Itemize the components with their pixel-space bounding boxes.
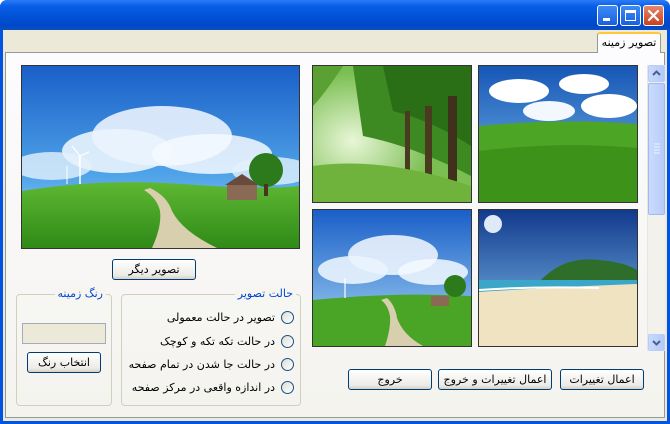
arrow-down-icon (652, 340, 661, 346)
mode-option-label: در حالت تکه تکه و کوچک (160, 334, 275, 348)
close-icon (647, 9, 660, 22)
radio-button[interactable] (281, 310, 294, 324)
image-mode-group: حالت تصویر تصویر در حالت معمولی در حالت … (121, 287, 301, 406)
tab-page: تصویر دیگر رنگ زمینه انتخاب رنگ حالت تصو… (5, 52, 665, 418)
radio-button[interactable] (281, 357, 294, 371)
tab-strip: تصویر زمینه (3, 30, 667, 53)
bg-color-group: رنگ زمینه انتخاب رنگ (16, 287, 112, 406)
arrow-up-icon (652, 70, 661, 76)
mode-option-label: در حالت جا شدن در تمام صفحه (128, 357, 275, 371)
title-bar[interactable] (0, 0, 670, 30)
thumbnail-tree-path[interactable] (312, 65, 472, 203)
wallpaper-preview (21, 65, 300, 249)
maximize-icon (625, 10, 636, 21)
mode-option-stretch[interactable]: در حالت جا شدن در تمام صفحه (129, 356, 294, 372)
scroll-down-button[interactable] (648, 334, 665, 351)
minimize-button[interactable] (597, 5, 618, 26)
exit-button[interactable]: خروج (348, 369, 432, 390)
bg-color-swatch (22, 323, 106, 344)
image-mode-group-title: حالت تصویر (234, 287, 296, 300)
bg-color-group-title: رنگ زمینه (54, 287, 106, 300)
scroll-up-button[interactable] (648, 65, 665, 82)
maximize-button[interactable] (620, 5, 641, 26)
apply-exit-button[interactable]: اعمال تغییرات و خروج (438, 369, 552, 390)
mode-option-label: در اندازه واقعی در مرکز صفحه (131, 380, 275, 394)
exit-label: خروج (377, 373, 403, 386)
thumbnail-meadow[interactable] (478, 65, 638, 203)
mode-option-label: تصویر در حالت معمولی (166, 310, 275, 324)
apply-label: اعمال تغییرات (569, 373, 635, 386)
apply-exit-label: اعمال تغییرات و خروج (443, 373, 547, 386)
mode-option-center[interactable]: در اندازه واقعی در مرکز صفحه (132, 379, 294, 395)
scroll-thumb[interactable] (648, 83, 665, 215)
choose-color-button[interactable]: انتخاب رنگ (27, 352, 101, 373)
thumbnail-beach[interactable] (478, 209, 638, 347)
grip-icon (654, 143, 660, 154)
mode-option-normal[interactable]: تصویر در حالت معمولی (167, 309, 294, 325)
tab-wallpaper[interactable]: تصویر زمینه (597, 32, 661, 53)
thumbnails-scrollbar[interactable] (647, 65, 665, 351)
choose-color-label: انتخاب رنگ (38, 356, 90, 369)
window: تصویر زمینه تصویر دیگر رنگ زمینه انتخاب … (0, 0, 670, 424)
mode-option-tile[interactable]: در حالت تکه تکه و کوچک (160, 333, 294, 349)
next-image-label: تصویر دیگر (128, 263, 180, 276)
tab-label: تصویر زمینه (601, 36, 657, 49)
next-image-button[interactable]: تصویر دیگر (112, 259, 196, 280)
client-area: تصویر زمینه تصویر دیگر رنگ زمینه انتخاب … (3, 30, 667, 421)
radio-button[interactable] (281, 380, 294, 394)
minimize-icon (603, 18, 610, 21)
close-button[interactable] (643, 5, 664, 26)
radio-button[interactable] (281, 334, 294, 348)
apply-button[interactable]: اعمال تغییرات (560, 369, 644, 390)
thumbnail-meadow-path[interactable] (312, 209, 472, 347)
